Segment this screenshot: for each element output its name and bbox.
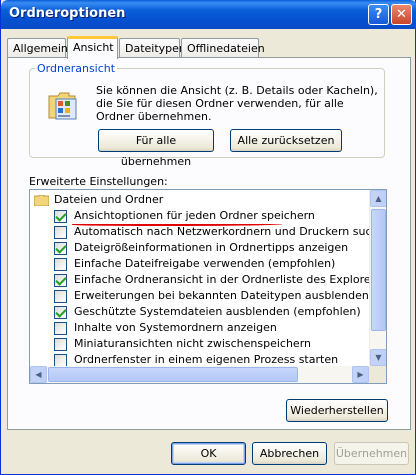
- vertical-scroll-thumb[interactable]: [371, 209, 386, 331]
- list-item-label: Erweiterungen bei bekannten Dateitypen a…: [74, 289, 369, 302]
- checkbox[interactable]: [54, 210, 67, 223]
- list-item-label: Automatisch nach Netzwerkordnern und Dru…: [74, 225, 387, 238]
- folder-view-description: Sie können die Ansicht (z. B. Details od…: [96, 84, 378, 123]
- list-item-label: Dateigrößeinformationen in Ordnertipps a…: [74, 241, 349, 254]
- list-item-label: Inhalte von Systemordnern anzeigen: [74, 321, 277, 334]
- window-title: Ordneroptionen: [9, 6, 126, 21]
- checkbox[interactable]: [54, 338, 67, 351]
- list-item-label: Geschützte Systemdateien ausblenden (emp…: [74, 305, 361, 318]
- list-item[interactable]: Einfache Ordneransicht in der Ordnerlist…: [30, 272, 386, 288]
- list-item[interactable]: Geschützte Systemdateien ausblenden (emp…: [30, 304, 370, 320]
- list-item[interactable]: Erweiterungen bei bekannten Dateitypen a…: [30, 288, 370, 304]
- list-item-label: Einfache Ordneransicht in der Ordnerlist…: [74, 273, 386, 286]
- tree-root-files-folders[interactable]: Dateien und Ordner: [30, 192, 370, 208]
- horizontal-scrollbar[interactable]: ◀ ▶: [30, 366, 369, 383]
- list-item-label: Einfache Dateifreigabe verwenden (empfoh…: [74, 257, 336, 270]
- apply-button[interactable]: Übernehmen: [334, 442, 409, 465]
- tab-ansicht[interactable]: Ansicht: [67, 36, 118, 59]
- checkbox[interactable]: [54, 242, 67, 255]
- checkbox[interactable]: [54, 290, 67, 303]
- folder-view-icon: [48, 92, 77, 120]
- list-item[interactable]: Ansichtoptionen für jeden Ordner speiche…: [30, 208, 370, 226]
- checkbox[interactable]: [54, 322, 67, 335]
- tab-offlinedateien[interactable]: Offlinedateien: [181, 38, 265, 58]
- list-item[interactable]: Automatisch nach Netzwerkordnern und Dru…: [30, 224, 386, 240]
- apply-to-all-folders-button[interactable]: Für alle übernehmen: [98, 129, 214, 168]
- list-item[interactable]: Dateigrößeinformationen in Ordnertipps a…: [30, 240, 370, 256]
- restore-defaults-button[interactable]: Wiederherstellen: [286, 399, 388, 422]
- horizontal-scroll-thumb[interactable]: [48, 367, 298, 382]
- list-item[interactable]: Einfache Dateifreigabe verwenden (empfoh…: [30, 256, 370, 272]
- reset-all-folders-button[interactable]: Alle zurücksetzen: [230, 129, 342, 152]
- ok-button[interactable]: OK: [171, 442, 246, 465]
- scroll-left-button[interactable]: ◀: [30, 366, 47, 383]
- folder-options-dialog: Ordneroptionen ? ✕ Allgemein Ansicht Dat…: [0, 0, 416, 475]
- advanced-settings-list[interactable]: Dateien und Ordner Ansichtoptionen für j…: [29, 189, 387, 384]
- vertical-scrollbar[interactable]: ▲ ▼: [369, 190, 386, 366]
- list-item-label: Miniaturansichten nicht zwischenspeicher…: [74, 337, 311, 350]
- tree-root-label: Dateien und Ordner: [54, 193, 164, 206]
- list-item[interactable]: Miniaturansichten nicht zwischenspeicher…: [30, 336, 370, 352]
- close-button[interactable]: ✕: [391, 4, 412, 25]
- scroll-right-button[interactable]: ▶: [352, 366, 369, 383]
- scrollbar-corner: [369, 366, 386, 383]
- checkbox[interactable]: [54, 306, 67, 319]
- help-button[interactable]: ?: [368, 4, 389, 25]
- folder-view-legend: Ordneransicht: [37, 62, 116, 75]
- title-bar[interactable]: Ordneroptionen ? ✕: [1, 0, 416, 29]
- folder-icon: [34, 195, 49, 206]
- checkbox[interactable]: [54, 258, 67, 271]
- list-item[interactable]: Inhalte von Systemordnern anzeigen: [30, 320, 370, 336]
- list-item-label: Ansichtoptionen für jeden Ordner speiche…: [74, 209, 315, 222]
- tab-dateitypen[interactable]: Dateitypen: [119, 38, 186, 58]
- cancel-button[interactable]: Abbrechen: [252, 442, 327, 465]
- checkbox[interactable]: [54, 274, 67, 287]
- checkbox[interactable]: [54, 226, 67, 239]
- advanced-settings-label: Erweiterte Einstellungen:: [29, 175, 168, 188]
- tab-allgemein[interactable]: Allgemein: [7, 38, 68, 58]
- scroll-down-button[interactable]: ▼: [370, 349, 386, 366]
- scroll-up-button[interactable]: ▲: [370, 190, 386, 207]
